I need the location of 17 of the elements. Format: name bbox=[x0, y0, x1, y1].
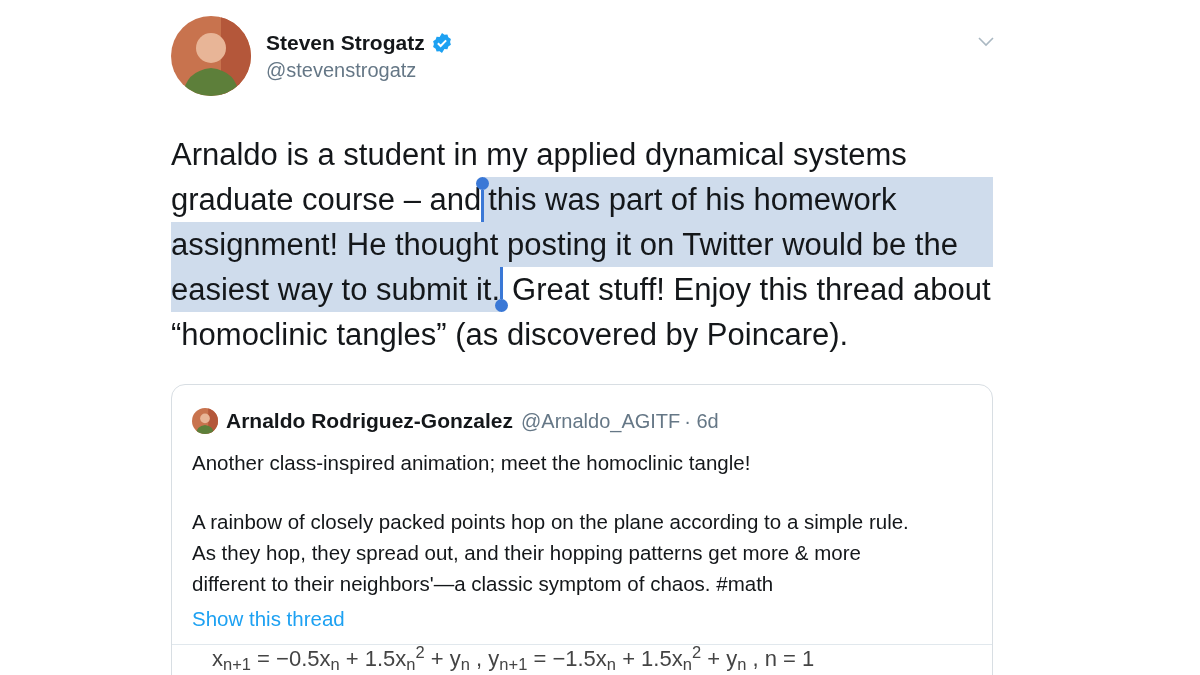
tweet-text: Arnaldo is a student in my applied dynamical systems bbox=[171, 136, 907, 174]
show-thread-link[interactable]: Show this thread bbox=[192, 607, 345, 630]
quoted-tweet-text: Another class-inspired animation; meet the homoclinic tangle! bbox=[192, 450, 752, 476]
author-name[interactable]: Steven Strogatz bbox=[266, 30, 425, 56]
quoted-tweet-time: · 6d bbox=[684, 409, 719, 434]
quoted-tweet-text: A rainbow of closely packed points hop on the plane according to a simple rule. As they hop, they spread out, and their hopping patterns get more & more different to their neighbors'—a classic symptom of chaos. #math bbox=[192, 509, 910, 597]
selected-text: easiest way to submit it. bbox=[171, 267, 501, 312]
tweet-text: “homoclinic tangles” (as discovered by Poincare). bbox=[171, 316, 849, 354]
author-handle[interactable]: @stevenstrogatz bbox=[266, 56, 453, 84]
quoted-tweet-card[interactable] bbox=[171, 384, 993, 675]
tweet-text: Great stuff! Enjoy this thread about bbox=[511, 271, 991, 309]
quoted-author-name: Arnaldo Rodriguez-Gonzalez bbox=[226, 408, 513, 435]
selected-text: assignment! He thought posting it on Twitter would be the bbox=[171, 222, 993, 267]
selected-text: this was part of his homework bbox=[484, 177, 993, 222]
tweet-text: graduate course – and bbox=[171, 181, 482, 219]
quoted-author-handle: @Arnaldo_AGITF bbox=[521, 409, 681, 435]
formula-text: x$_{n+1}$ = −0.5x$_{n}$ + 1.5x$_{n}$$^{2}$ + y$_{n}$ , y$_{n+1}$ = −1.5x$_{n}$ + 1.5x$_{n}$$^{2}$ + y$_{n}$ , n = 1 bbox=[212, 646, 815, 671]
